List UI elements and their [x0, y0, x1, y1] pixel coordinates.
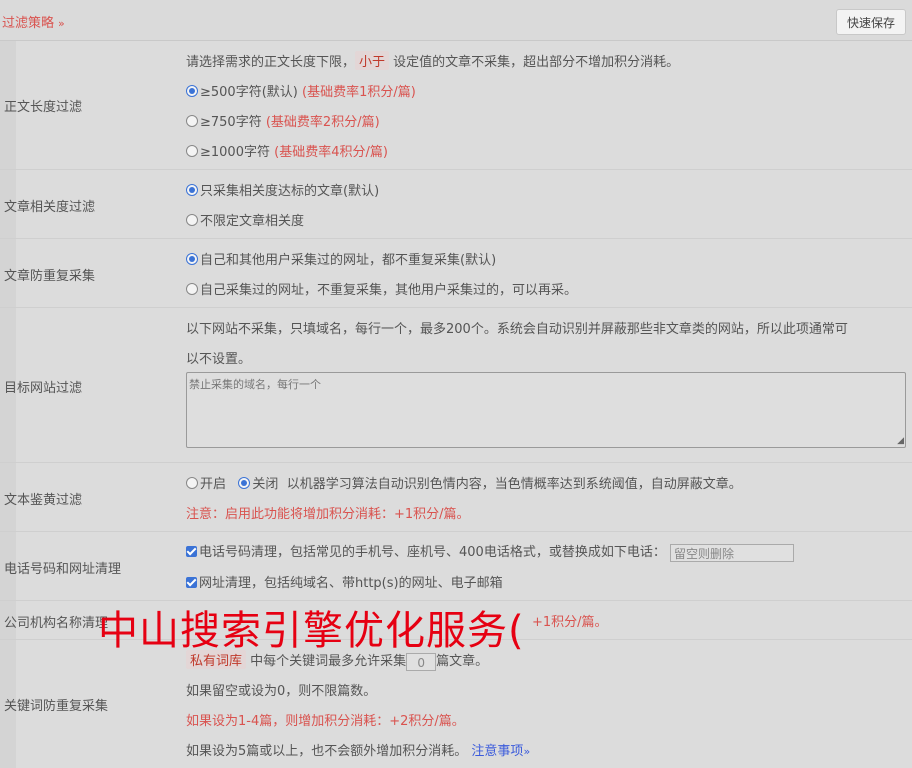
porn-filter-warning: 注意：启用此功能将增加积分消耗：+1积分/篇。: [186, 507, 470, 522]
quick-save-button[interactable]: 快速保存: [836, 9, 906, 35]
checkbox-icon[interactable]: [186, 577, 197, 588]
row-label: 文本鉴黄过滤: [4, 493, 83, 508]
keyword-line4-wrap: 如果设为5篇或以上，也不会额外增加积分消耗。 注意事项»: [186, 740, 530, 759]
radio-icon[interactable]: [238, 477, 251, 489]
notes-link[interactable]: 注意事项»: [471, 744, 530, 759]
row-keyword-dedupe: 关键词防重复采集 私有词库 中每个关键词最多允许采集 0 篇文章。 如果留空或设为0…: [0, 640, 912, 768]
watermark-overlay: 中山搜索引擎优化服务(: [98, 608, 525, 654]
textarea-placeholder: 禁止采集的域名，每行一个: [189, 378, 321, 391]
option-note: (基础费率4积分/篇): [274, 145, 388, 160]
resize-grip-icon[interactable]: ◢: [897, 436, 904, 446]
org-clean-cost: +1积分/篇。: [532, 615, 608, 630]
option-text: 只采集相关度达标的文章(默认): [200, 184, 380, 199]
radio-icon[interactable]: [186, 184, 198, 196]
row-label: 文章相关度过滤: [4, 200, 96, 215]
row-porn-filter: 文本鉴黄过滤 开启 关闭 以机器学习算法自动识别色情内容，当色情概率达到系统阈值…: [0, 463, 912, 532]
row-length-filter: 正文长度过滤 请选择需求的正文长度下限， 小于 设定值的文章不采集，超出部分不增加…: [0, 41, 912, 170]
porn-filter-options: 开启 关闭 以机器学习算法自动识别色情内容，当色情概率达到系统阈值，自动屏蔽文章…: [186, 473, 742, 492]
radio-icon[interactable]: [186, 85, 198, 97]
row-label: 关键词防重复采集: [4, 699, 109, 714]
less-than-tag: 小于: [355, 51, 390, 70]
keyword-line4: 如果设为5篇或以上，也不会额外增加积分消耗。: [186, 744, 468, 759]
option-note: (基础费率1积分/篇): [302, 85, 416, 100]
length-option-500[interactable]: ≥500字符(默认) (基础费率1积分/篇): [186, 81, 416, 100]
row-label: 电话号码和网址清理: [4, 562, 122, 577]
settings-page: 过滤策略» 快速保存 正文长度过滤 请选择需求的正文长度下限， 小于 设定值的文章…: [0, 0, 912, 768]
relevance-option-qualified[interactable]: 只采集相关度达标的文章(默认): [186, 180, 379, 199]
length-option-750[interactable]: ≥750字符 (基础费率2积分/篇): [186, 111, 380, 130]
checkbox-icon[interactable]: [186, 546, 197, 557]
radio-icon[interactable]: [186, 253, 198, 265]
url-cleanup-option[interactable]: 网址清理，包括纯域名、带http(s)的网址、电子邮箱: [186, 572, 503, 591]
option-text: 关闭: [252, 477, 279, 492]
site-desc-line2: 以不设置。: [186, 352, 252, 367]
dedupe-option-global[interactable]: 自己和其他用户采集过的网址，都不重复采集(默认): [186, 249, 496, 268]
radio-icon[interactable]: [186, 283, 198, 295]
option-text: 电话号码清理，包括常见的手机号、座机号、400电话格式，或替换成如下电话：: [199, 545, 666, 560]
replacement-phone-input[interactable]: 留空则删除: [669, 543, 794, 562]
keyword-line3: 如果设为1-4篇，则增加积分消耗：+2积分/篇。: [186, 714, 465, 729]
section-header: 过滤策略» 快速保存: [0, 0, 912, 41]
option-text: 网址清理，包括纯域名、带http(s)的网址、电子邮箱: [199, 576, 503, 591]
site-desc-line1: 以下网站不采集，只填域名，每行一个，最多200个。系统会自动识别并屏蔽那些非文章…: [186, 322, 848, 337]
option-text: 自己采集过的网址，不重复采集，其他用户采集过的，可以再采。: [200, 283, 578, 298]
row-label: 公司机构名称清理: [4, 616, 109, 631]
keyword-text-b: 篇文章。: [436, 654, 489, 669]
length-desc-b: 设定值的文章不采集，超出部分不增加积分消耗。: [393, 55, 680, 70]
section-title[interactable]: 过滤策略»: [2, 12, 65, 31]
length-option-1000[interactable]: ≥1000字符 (基础费率4积分/篇): [186, 141, 388, 160]
length-desc: 请选择需求的正文长度下限， 小于 设定值的文章不采集，超出部分不增加积分消耗。: [186, 51, 679, 70]
row-cleanup: 电话号码和网址清理 电话号码清理，包括常见的手机号、座机号、400电话格式，或替…: [0, 532, 912, 601]
section-title-text: 过滤策略: [2, 16, 55, 31]
radio-icon[interactable]: [186, 145, 198, 157]
row-relevance-filter: 文章相关度过滤 只采集相关度达标的文章(默认) 不限定文章相关度: [0, 170, 912, 239]
option-text: ≥1000字符: [200, 145, 270, 160]
chevron-down-icon: »: [58, 17, 65, 30]
phone-cleanup-option[interactable]: 电话号码清理，包括常见的手机号、座机号、400电话格式，或替换成如下电话： 留空…: [186, 541, 794, 562]
dedupe-option-self[interactable]: 自己采集过的网址，不重复采集，其他用户采集过的，可以再采。: [186, 279, 577, 298]
porn-on-option[interactable]: 开启: [186, 477, 226, 492]
chevron-down-icon: »: [523, 745, 531, 758]
option-text: 自己和其他用户采集过的网址，都不重复采集(默认): [200, 253, 497, 268]
porn-filter-desc: 以机器学习算法自动识别色情内容，当色情概率达到系统阈值，自动屏蔽文章。: [286, 477, 742, 492]
radio-icon[interactable]: [186, 115, 198, 127]
option-text: ≥750字符: [200, 115, 262, 130]
keyword-text-a: 中每个关键词最多允许采集: [250, 654, 407, 669]
row-site-filter: 目标网站过滤 以下网站不采集，只填域名，每行一个，最多200个。系统会自动识别并…: [0, 308, 912, 463]
length-desc-a: 请选择需求的正文长度下限，: [186, 55, 356, 70]
row-label: 正文长度过滤: [4, 100, 83, 115]
keyword-line2: 如果留空或设为0，则不限篇数。: [186, 684, 377, 699]
option-text: 开启: [200, 477, 227, 492]
row-dedupe: 文章防重复采集 自己和其他用户采集过的网址，都不重复采集(默认) 自己采集过的网…: [0, 239, 912, 308]
radio-icon[interactable]: [186, 214, 198, 226]
option-note: (基础费率2积分/篇): [265, 115, 380, 130]
option-text: 不限定文章相关度: [200, 214, 305, 229]
relevance-option-any[interactable]: 不限定文章相关度: [186, 210, 304, 229]
blocked-domains-textarea[interactable]: 禁止采集的域名，每行一个 ◢: [186, 372, 906, 448]
radio-icon[interactable]: [186, 477, 198, 489]
option-text: ≥500字符(默认): [200, 85, 298, 100]
row-label: 文章防重复采集: [4, 269, 96, 284]
porn-off-option[interactable]: 关闭: [238, 477, 278, 492]
notes-link-text: 注意事项: [471, 744, 524, 759]
row-label: 目标网站过滤: [4, 381, 83, 396]
